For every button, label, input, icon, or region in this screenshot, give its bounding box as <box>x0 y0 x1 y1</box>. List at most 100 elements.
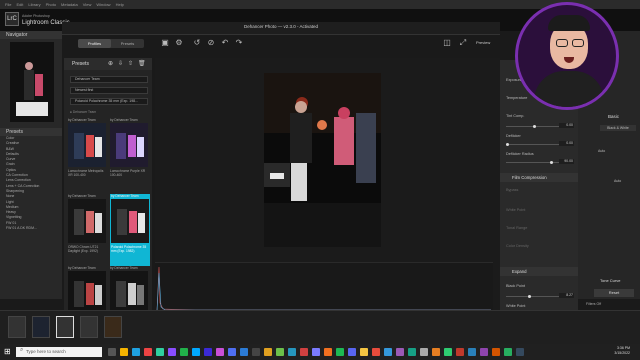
menu-item[interactable]: Library <box>28 0 40 9</box>
windows-start-icon[interactable]: ⊞ <box>4 348 12 356</box>
preset-card-selected[interactable]: by Dehancer Team Polaroid Polachrome 35 … <box>110 194 150 266</box>
black-point-value[interactable]: 8.27 <box>559 293 574 298</box>
filters-off[interactable]: Filters Off <box>586 300 636 308</box>
main-photo[interactable] <box>264 73 381 247</box>
app-icon[interactable] <box>444 348 452 356</box>
reset-button[interactable]: Reset <box>594 289 634 297</box>
app-icon[interactable] <box>276 348 284 356</box>
app-icon[interactable] <box>480 348 488 356</box>
auto-tone[interactable]: Auto <box>614 179 621 183</box>
slider-knob[interactable] <box>528 295 531 298</box>
reset-icon[interactable]: ⊘ <box>206 38 216 48</box>
menu-item[interactable]: Photo <box>46 0 56 9</box>
chrome-icon[interactable] <box>144 348 152 356</box>
bw-toggle[interactable]: Black & White <box>600 125 636 131</box>
app-icon[interactable] <box>516 348 524 356</box>
app-icon[interactable] <box>288 348 296 356</box>
app-icon[interactable] <box>228 348 236 356</box>
app-icon[interactable] <box>168 348 176 356</box>
file-explorer-icon[interactable] <box>120 348 128 356</box>
app-icon[interactable] <box>504 348 512 356</box>
black-point-slider[interactable] <box>506 295 560 298</box>
menu-item[interactable]: Help <box>116 0 124 9</box>
basic-header[interactable]: Basic <box>608 114 619 119</box>
preset-card[interactable]: by Dehancer Team ORWO Chrom UT21 Dayligh… <box>68 194 108 254</box>
app-icon[interactable] <box>372 348 380 356</box>
undo-icon[interactable]: ↶ <box>220 38 230 48</box>
slider-knob[interactable] <box>550 161 553 164</box>
author-select[interactable]: Dehancer Team <box>70 76 148 83</box>
app-icon[interactable] <box>492 348 500 356</box>
app-icon[interactable] <box>204 348 212 356</box>
app-icon[interactable] <box>180 348 188 356</box>
app-icon[interactable] <box>252 348 260 356</box>
lightroom-taskbar-icon[interactable] <box>240 348 248 356</box>
app-icon[interactable] <box>432 348 440 356</box>
menu-item[interactable]: Metadata <box>61 0 78 9</box>
fullscreen-icon[interactable]: ⤢ <box>458 38 468 48</box>
preset-select[interactable]: Polaroid Polachrome 35 mm (Exp. 198... <box>70 98 148 105</box>
app-icon[interactable] <box>384 348 392 356</box>
deflicker-value[interactable]: 0.00 <box>559 141 574 146</box>
task-view-icon[interactable] <box>108 348 116 356</box>
taskbar-clock[interactable]: 3:36 PM 3/15/2022 <box>614 346 630 356</box>
tint-value[interactable]: 0.00 <box>559 123 574 128</box>
app-icon[interactable] <box>420 348 428 356</box>
app-icon[interactable] <box>216 348 224 356</box>
expand-header[interactable]: Expand <box>500 267 578 276</box>
deflicker-radius-value[interactable]: 90.00 <box>559 159 574 164</box>
trash-icon[interactable]: 🗑 <box>138 60 146 67</box>
app-icon[interactable] <box>456 348 464 356</box>
tab-presets[interactable]: Presets <box>111 39 144 48</box>
menu-item[interactable]: View <box>83 0 92 9</box>
filmstrip-thumb[interactable] <box>8 316 26 338</box>
filmstrip-thumb[interactable] <box>32 316 50 338</box>
tone-curve-header[interactable]: Tone Curve <box>600 278 620 283</box>
deflicker-radius-slider[interactable] <box>506 161 560 164</box>
app-icon[interactable] <box>360 348 368 356</box>
taskbar-search[interactable]: Type here to search <box>16 347 102 357</box>
preset-card[interactable]: by Dehancer Team <box>110 266 148 317</box>
app-icon[interactable] <box>468 348 476 356</box>
history-icon[interactable]: ↺ <box>192 38 202 48</box>
import-icon[interactable]: ⇩ <box>118 60 123 67</box>
add-preset-icon[interactable]: ⊕ <box>108 60 113 67</box>
auto-wb[interactable]: Auto <box>598 149 605 153</box>
export-icon[interactable]: ⇧ <box>128 60 133 67</box>
tab-profiles[interactable]: Profiles <box>78 39 111 48</box>
redo-icon[interactable]: ↷ <box>234 38 244 48</box>
menu-item[interactable]: Window <box>96 0 110 9</box>
app-icon[interactable] <box>156 348 164 356</box>
app-icon[interactable] <box>300 348 308 356</box>
slider-knob[interactable] <box>506 143 509 146</box>
app-icon[interactable] <box>312 348 320 356</box>
app-icon[interactable] <box>408 348 416 356</box>
preset-card[interactable]: by Dehancer Team Lomochrome Purple XR 10… <box>110 118 150 178</box>
navigator-preview[interactable] <box>10 42 54 122</box>
menu-item[interactable]: File <box>5 0 11 9</box>
preview-label[interactable]: Preview <box>476 39 490 47</box>
discord-icon[interactable] <box>348 348 356 356</box>
presets-header[interactable]: Presets <box>0 128 62 136</box>
deflicker-slider[interactable] <box>506 143 560 146</box>
settings-icon[interactable]: ⚙ <box>174 38 184 48</box>
preset-folder[interactable]: FW 01 A DK RDM... <box>2 226 60 231</box>
app-icon[interactable] <box>396 348 404 356</box>
filmstrip-thumb[interactable] <box>80 316 98 338</box>
slider-knob[interactable] <box>533 125 536 128</box>
photoshop-icon[interactable] <box>192 348 200 356</box>
panel-toggle-icon[interactable]: ▣ <box>160 38 170 48</box>
menu-item[interactable]: Edit <box>16 0 23 9</box>
edge-icon[interactable] <box>132 348 140 356</box>
preset-card[interactable]: by Dehancer Team Lomochrome Metropolis X… <box>68 118 108 178</box>
app-icon[interactable] <box>324 348 332 356</box>
navigator-header[interactable]: Navigator <box>0 31 62 39</box>
compare-icon[interactable]: ◫ <box>442 38 452 48</box>
app-icon[interactable] <box>264 348 272 356</box>
filmstrip-thumb[interactable] <box>104 316 122 338</box>
tint-slider[interactable] <box>506 125 560 128</box>
sort-select[interactable]: Newest first <box>70 87 148 94</box>
app-icon[interactable] <box>336 348 344 356</box>
film-compression-header[interactable]: Film Compression <box>500 173 578 182</box>
preset-card[interactable]: by Dehancer Team <box>68 266 106 317</box>
